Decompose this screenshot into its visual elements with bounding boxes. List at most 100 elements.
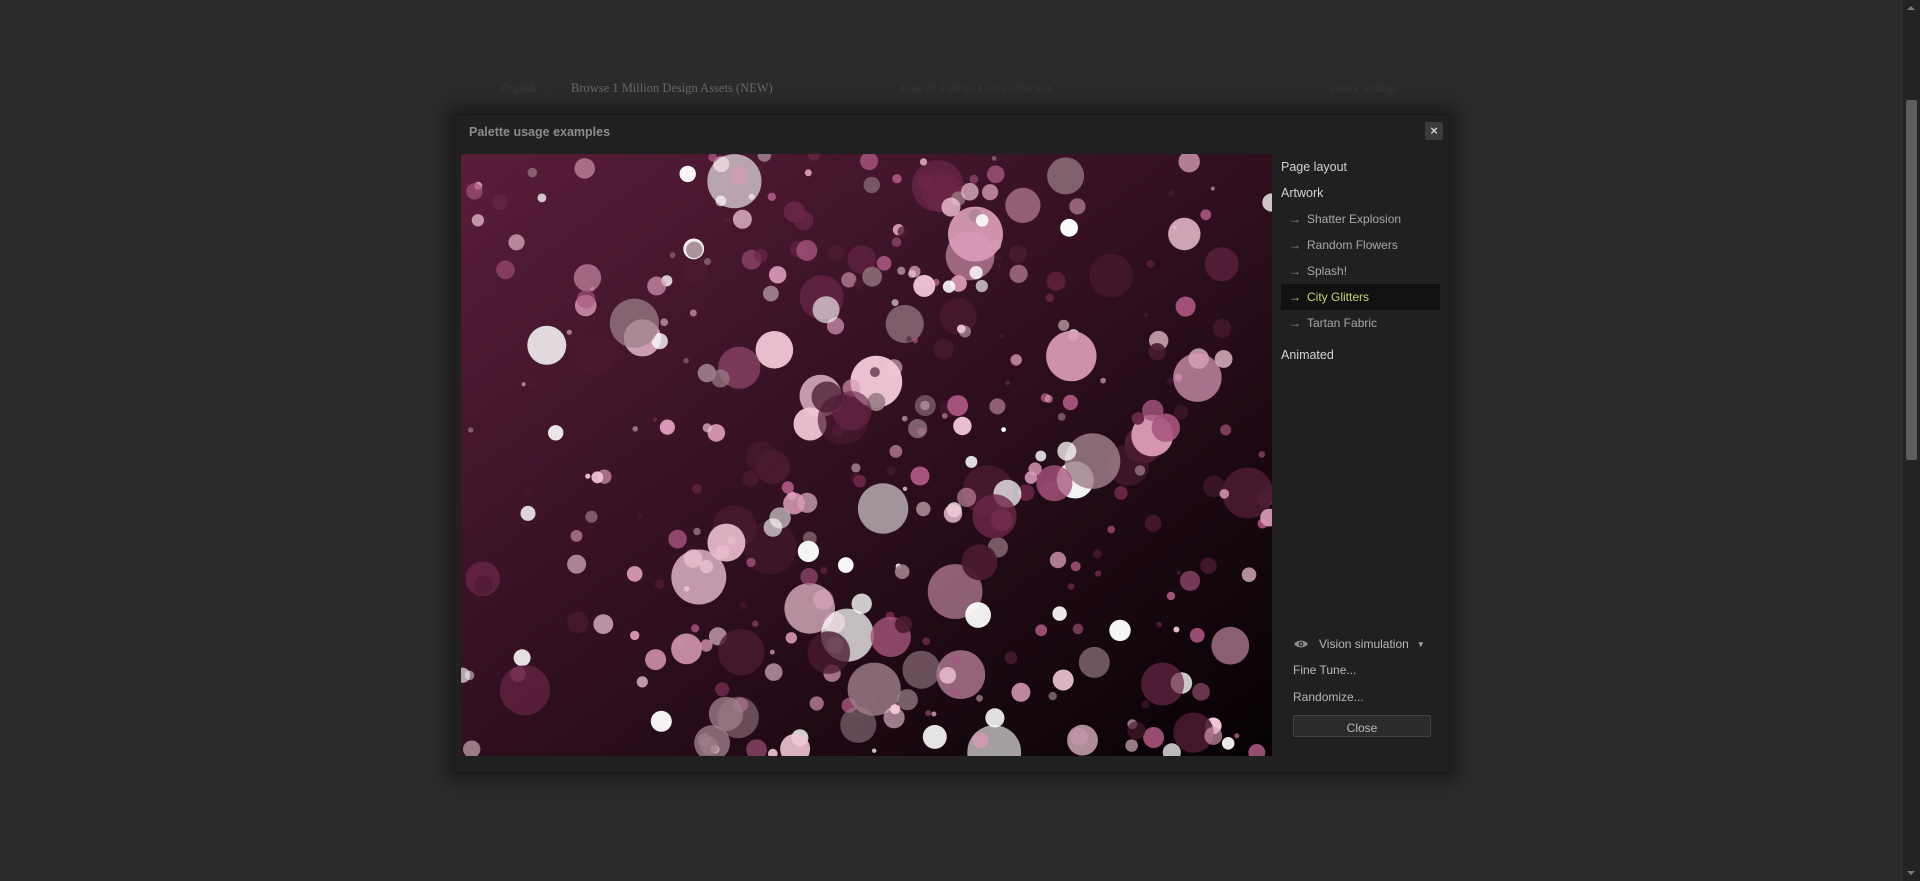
glitter-circle — [897, 226, 909, 238]
glitter-circle — [718, 628, 765, 676]
close-icon[interactable]: × — [1425, 122, 1443, 140]
glitter-circle — [957, 487, 977, 507]
glitter-circle — [739, 601, 747, 609]
glitter-circle — [1241, 567, 1257, 582]
glitter-circle — [527, 167, 538, 178]
glitter-circle — [916, 501, 931, 517]
glitter-circle — [891, 237, 902, 247]
page-scrollbar[interactable] — [1903, 0, 1920, 881]
close-button[interactable]: Close — [1293, 715, 1431, 737]
caret-down-icon: ▼ — [1416, 639, 1425, 649]
nav-page-layout[interactable]: Page layout — [1281, 160, 1440, 174]
vision-simulation-label: Vision simulation — [1319, 637, 1409, 651]
glitter-circle — [668, 529, 687, 549]
dialog-title: Palette usage examples — [469, 125, 611, 139]
scroll-down-arrow-icon[interactable] — [1907, 871, 1915, 875]
glitter-circle — [785, 632, 797, 644]
browse-assets-link[interactable]: Browse 1 Million Design Assets (NEW) — [571, 81, 773, 96]
glitter-circle — [1141, 662, 1185, 706]
glitter-circle — [1166, 591, 1176, 601]
glitter-circle — [853, 474, 866, 488]
glitter-circle — [1168, 217, 1201, 251]
glitter-circle — [906, 336, 912, 342]
glitter-circle — [525, 488, 532, 495]
glitter-circle — [975, 214, 989, 227]
glitter-circle — [891, 299, 899, 307]
glitter-circle — [1004, 651, 1018, 665]
glitter-circle — [729, 166, 749, 185]
glitter-circle — [995, 254, 1002, 261]
glitter-circle — [1052, 606, 1067, 621]
settings-link[interactable]: yeeux settings — [1330, 81, 1398, 96]
glitter-circle — [783, 492, 805, 515]
glitter-circle — [886, 466, 896, 475]
glitter-circle — [1125, 739, 1138, 752]
glitter-circle — [1166, 377, 1174, 385]
glitter-circle — [1141, 700, 1150, 709]
glitter-circle — [986, 165, 1005, 184]
glitter-circle — [972, 732, 989, 748]
separator: | — [548, 81, 551, 95]
glitter-circle — [975, 279, 988, 293]
glitter-circle — [1072, 623, 1084, 635]
nav-item-label: Random Flowers — [1307, 238, 1398, 252]
nav-item-label: City Glitters — [1307, 290, 1370, 304]
nav-item-tartan-fabric[interactable]: → Tartan Fabric — [1281, 310, 1440, 336]
glitter-circle — [1009, 264, 1028, 283]
glitter-circle — [1069, 198, 1086, 215]
glitter-circle — [1000, 334, 1005, 339]
glitter-circle — [754, 248, 768, 263]
vision-simulation-dropdown[interactable]: Vision simulation ▼ — [1293, 637, 1425, 651]
scrollbar-thumb[interactable] — [1906, 100, 1917, 460]
glitter-circle — [715, 195, 727, 207]
glitter-circle — [942, 280, 956, 293]
glitter-circle — [1057, 441, 1077, 461]
glitter-circle — [576, 289, 596, 309]
glitter-circle — [591, 471, 604, 484]
glitter-circle — [1189, 627, 1205, 643]
artwork-preview — [461, 154, 1272, 756]
fine-tune-link[interactable]: Fine Tune... — [1293, 663, 1356, 677]
glitter-circle — [982, 184, 999, 201]
arrow-right-icon: → — [1289, 290, 1301, 304]
glitter-circle — [702, 423, 712, 433]
glitter-circle — [941, 197, 961, 217]
glitter-circle — [567, 554, 587, 574]
glitter-circle — [755, 331, 794, 369]
language-selector[interactable]: English — [500, 81, 537, 96]
glitter-circle — [585, 473, 591, 479]
glitter-circle — [1179, 570, 1201, 591]
glitter-circle — [1127, 721, 1146, 740]
glitter-circle — [1052, 669, 1074, 691]
glitter-circle — [1095, 570, 1102, 577]
glitter-circle — [630, 630, 640, 641]
nav-item-city-glitters[interactable]: → City Glitters — [1281, 284, 1440, 310]
glitter-circle — [885, 359, 903, 376]
glitter-circle — [985, 708, 1005, 728]
nav-item-random-flowers[interactable]: → Random Flowers — [1281, 232, 1440, 258]
glitter-circle — [800, 568, 818, 586]
glitter-circle — [853, 278, 865, 290]
glitter-circle — [745, 441, 777, 473]
glitter-circle — [1143, 312, 1149, 318]
glitter-circle — [1048, 691, 1057, 701]
glitter-circle — [1035, 450, 1047, 462]
glitter-circle — [513, 649, 531, 667]
glitter-circle — [793, 210, 814, 231]
glitter-circle — [969, 174, 979, 184]
glitter-circle — [1047, 157, 1085, 195]
nav-artwork[interactable]: Artwork — [1281, 186, 1440, 200]
glitter-circle — [1204, 726, 1223, 745]
glitter-circle — [769, 266, 787, 284]
glitter-circle — [508, 234, 525, 251]
palette-usage-dialog: Palette usage examples × Page layout Art… — [454, 114, 1450, 773]
glitter-circle — [894, 615, 913, 634]
glitter-circle — [471, 214, 485, 227]
glitter-circle — [1173, 626, 1180, 633]
nav-animated[interactable]: Animated — [1281, 348, 1440, 362]
nav-item-shatter-explosion[interactable]: → Shatter Explosion — [1281, 206, 1440, 232]
randomize-link[interactable]: Randomize... — [1293, 690, 1364, 704]
glitter-circle — [742, 470, 759, 487]
nav-item-splash[interactable]: → Splash! — [1281, 258, 1440, 284]
scroll-up-arrow-icon[interactable] — [1907, 6, 1915, 10]
